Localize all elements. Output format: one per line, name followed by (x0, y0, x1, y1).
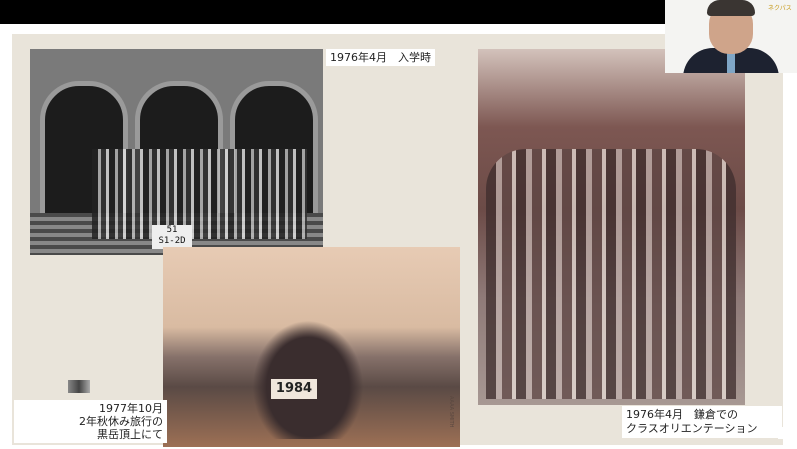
student-group (92, 149, 307, 239)
caption-line: 黒岳頂上にて (97, 428, 163, 441)
class-sign-line1: 51 (166, 225, 178, 235)
caption-line: クラスオリエンテーション (626, 422, 758, 435)
caption-line: 1976年4月 鎌倉での (626, 408, 738, 421)
class-sign-line2: S1-2D (158, 236, 186, 246)
caption-line: 1977年10月 (99, 402, 163, 415)
hikers-group (243, 309, 373, 439)
webcam-logo: ネクパス (768, 5, 792, 12)
webcam-video[interactable]: ネクパス (665, 0, 797, 73)
photo-mountain-summit: 1984 AAAA SMITH (163, 247, 460, 447)
student-group (486, 149, 736, 399)
slide-edge-marker (778, 427, 786, 439)
speaker-hair (707, 0, 755, 16)
small-thumbnail (68, 380, 90, 393)
summit-sign: 1984 (271, 379, 317, 399)
photo-stamp: AAAA SMITH (448, 395, 454, 427)
caption-line: 2年秋休み旅行の (79, 415, 163, 428)
caption-kamakura-1976: 1976年4月 鎌倉での クラスオリエンテーション (622, 406, 782, 438)
class-sign: 51 S1-2D (152, 225, 192, 249)
caption-autumn-trip-1977: 1977年10月 2年秋休み旅行の 黒岳頂上にて (14, 400, 167, 443)
photo-kamakura-orientation (478, 49, 745, 405)
photo-entrance-ceremony: 51 S1-2D (30, 49, 323, 255)
caption-entrance-1976: 1976年4月 入学時 (326, 49, 435, 66)
